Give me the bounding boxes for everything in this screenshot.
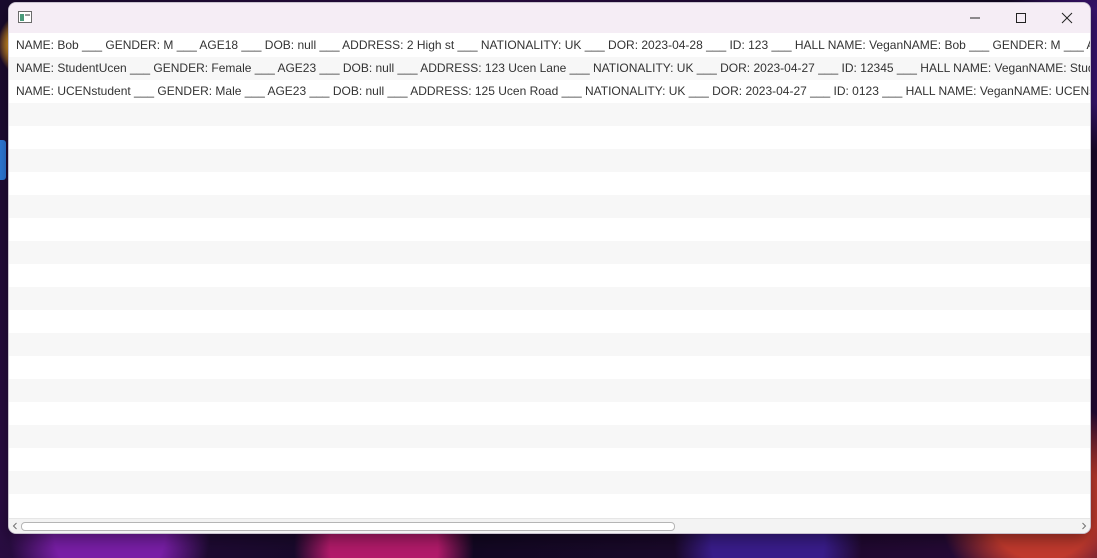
- close-button[interactable]: [1044, 3, 1090, 33]
- list-item[interactable]: [9, 425, 1090, 448]
- list-item[interactable]: [9, 379, 1090, 402]
- list-item[interactable]: [9, 471, 1090, 494]
- desktop-app-icon[interactable]: [0, 140, 6, 180]
- maximize-icon: [1016, 13, 1026, 23]
- list-item[interactable]: [9, 333, 1090, 356]
- list-item[interactable]: [9, 287, 1090, 310]
- scrollbar-thumb[interactable]: [21, 522, 675, 531]
- list-item[interactable]: [9, 494, 1090, 517]
- app-window: NAME: Bob ___ GENDER: M ___ AGE18 ___ DO…: [8, 2, 1091, 534]
- list-item[interactable]: [9, 172, 1090, 195]
- list-item[interactable]: [9, 310, 1090, 333]
- list-item[interactable]: [9, 103, 1090, 126]
- list-item[interactable]: [9, 195, 1090, 218]
- student-list[interactable]: NAME: Bob ___ GENDER: M ___ AGE18 ___ DO…: [9, 34, 1090, 517]
- title-bar[interactable]: [9, 3, 1090, 33]
- minimize-icon: [970, 17, 980, 19]
- chevron-left-icon: [12, 522, 17, 530]
- chevron-right-icon: [1082, 522, 1087, 530]
- horizontal-scrollbar[interactable]: [9, 518, 1090, 533]
- scroll-right-button[interactable]: [1078, 519, 1090, 533]
- scroll-left-button[interactable]: [9, 519, 21, 533]
- list-item[interactable]: [9, 241, 1090, 264]
- list-item[interactable]: NAME: UCENstudent ___ GENDER: Male ___ A…: [9, 80, 1090, 103]
- list-item[interactable]: [9, 149, 1090, 172]
- list-item[interactable]: [9, 126, 1090, 149]
- list-item[interactable]: NAME: Bob ___ GENDER: M ___ AGE18 ___ DO…: [9, 34, 1090, 57]
- minimize-button[interactable]: [952, 3, 998, 33]
- close-icon: [1061, 12, 1073, 24]
- list-item[interactable]: [9, 402, 1090, 425]
- list-item[interactable]: [9, 356, 1090, 379]
- maximize-button[interactable]: [998, 3, 1044, 33]
- window-controls: [952, 3, 1090, 33]
- list-item[interactable]: [9, 448, 1090, 471]
- list-item[interactable]: NAME: StudentUcen ___ GENDER: Female ___…: [9, 57, 1090, 80]
- list-item[interactable]: [9, 218, 1090, 241]
- app-window-icon: [18, 11, 32, 23]
- list-item[interactable]: [9, 264, 1090, 287]
